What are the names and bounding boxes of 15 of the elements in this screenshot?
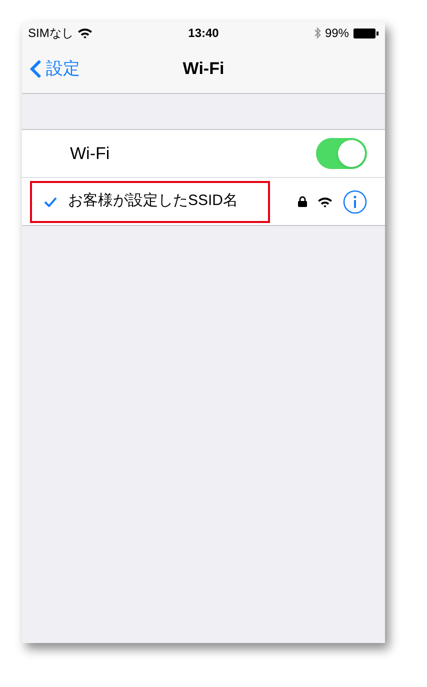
wifi-toggle[interactable]	[316, 138, 367, 169]
network-highlight-frame[interactable]: お客様が設定したSSID名	[30, 180, 270, 222]
battery-icon	[352, 28, 379, 38]
info-icon[interactable]	[343, 190, 367, 214]
network-name: お客様が設定したSSID名	[68, 191, 238, 212]
carrier-label: SIMなし	[28, 25, 74, 42]
wifi-label: Wi-Fi	[70, 142, 110, 165]
nav-title: Wi-Fi	[182, 58, 224, 80]
wifi-signal-icon	[77, 27, 94, 39]
wifi-strength-icon	[317, 196, 333, 208]
back-chevron-icon	[30, 58, 42, 78]
battery-percent: 99%	[324, 25, 349, 42]
back-button[interactable]: 設定	[22, 44, 80, 93]
status-time: 13:40	[188, 25, 219, 42]
bluetooth-icon	[314, 27, 321, 39]
